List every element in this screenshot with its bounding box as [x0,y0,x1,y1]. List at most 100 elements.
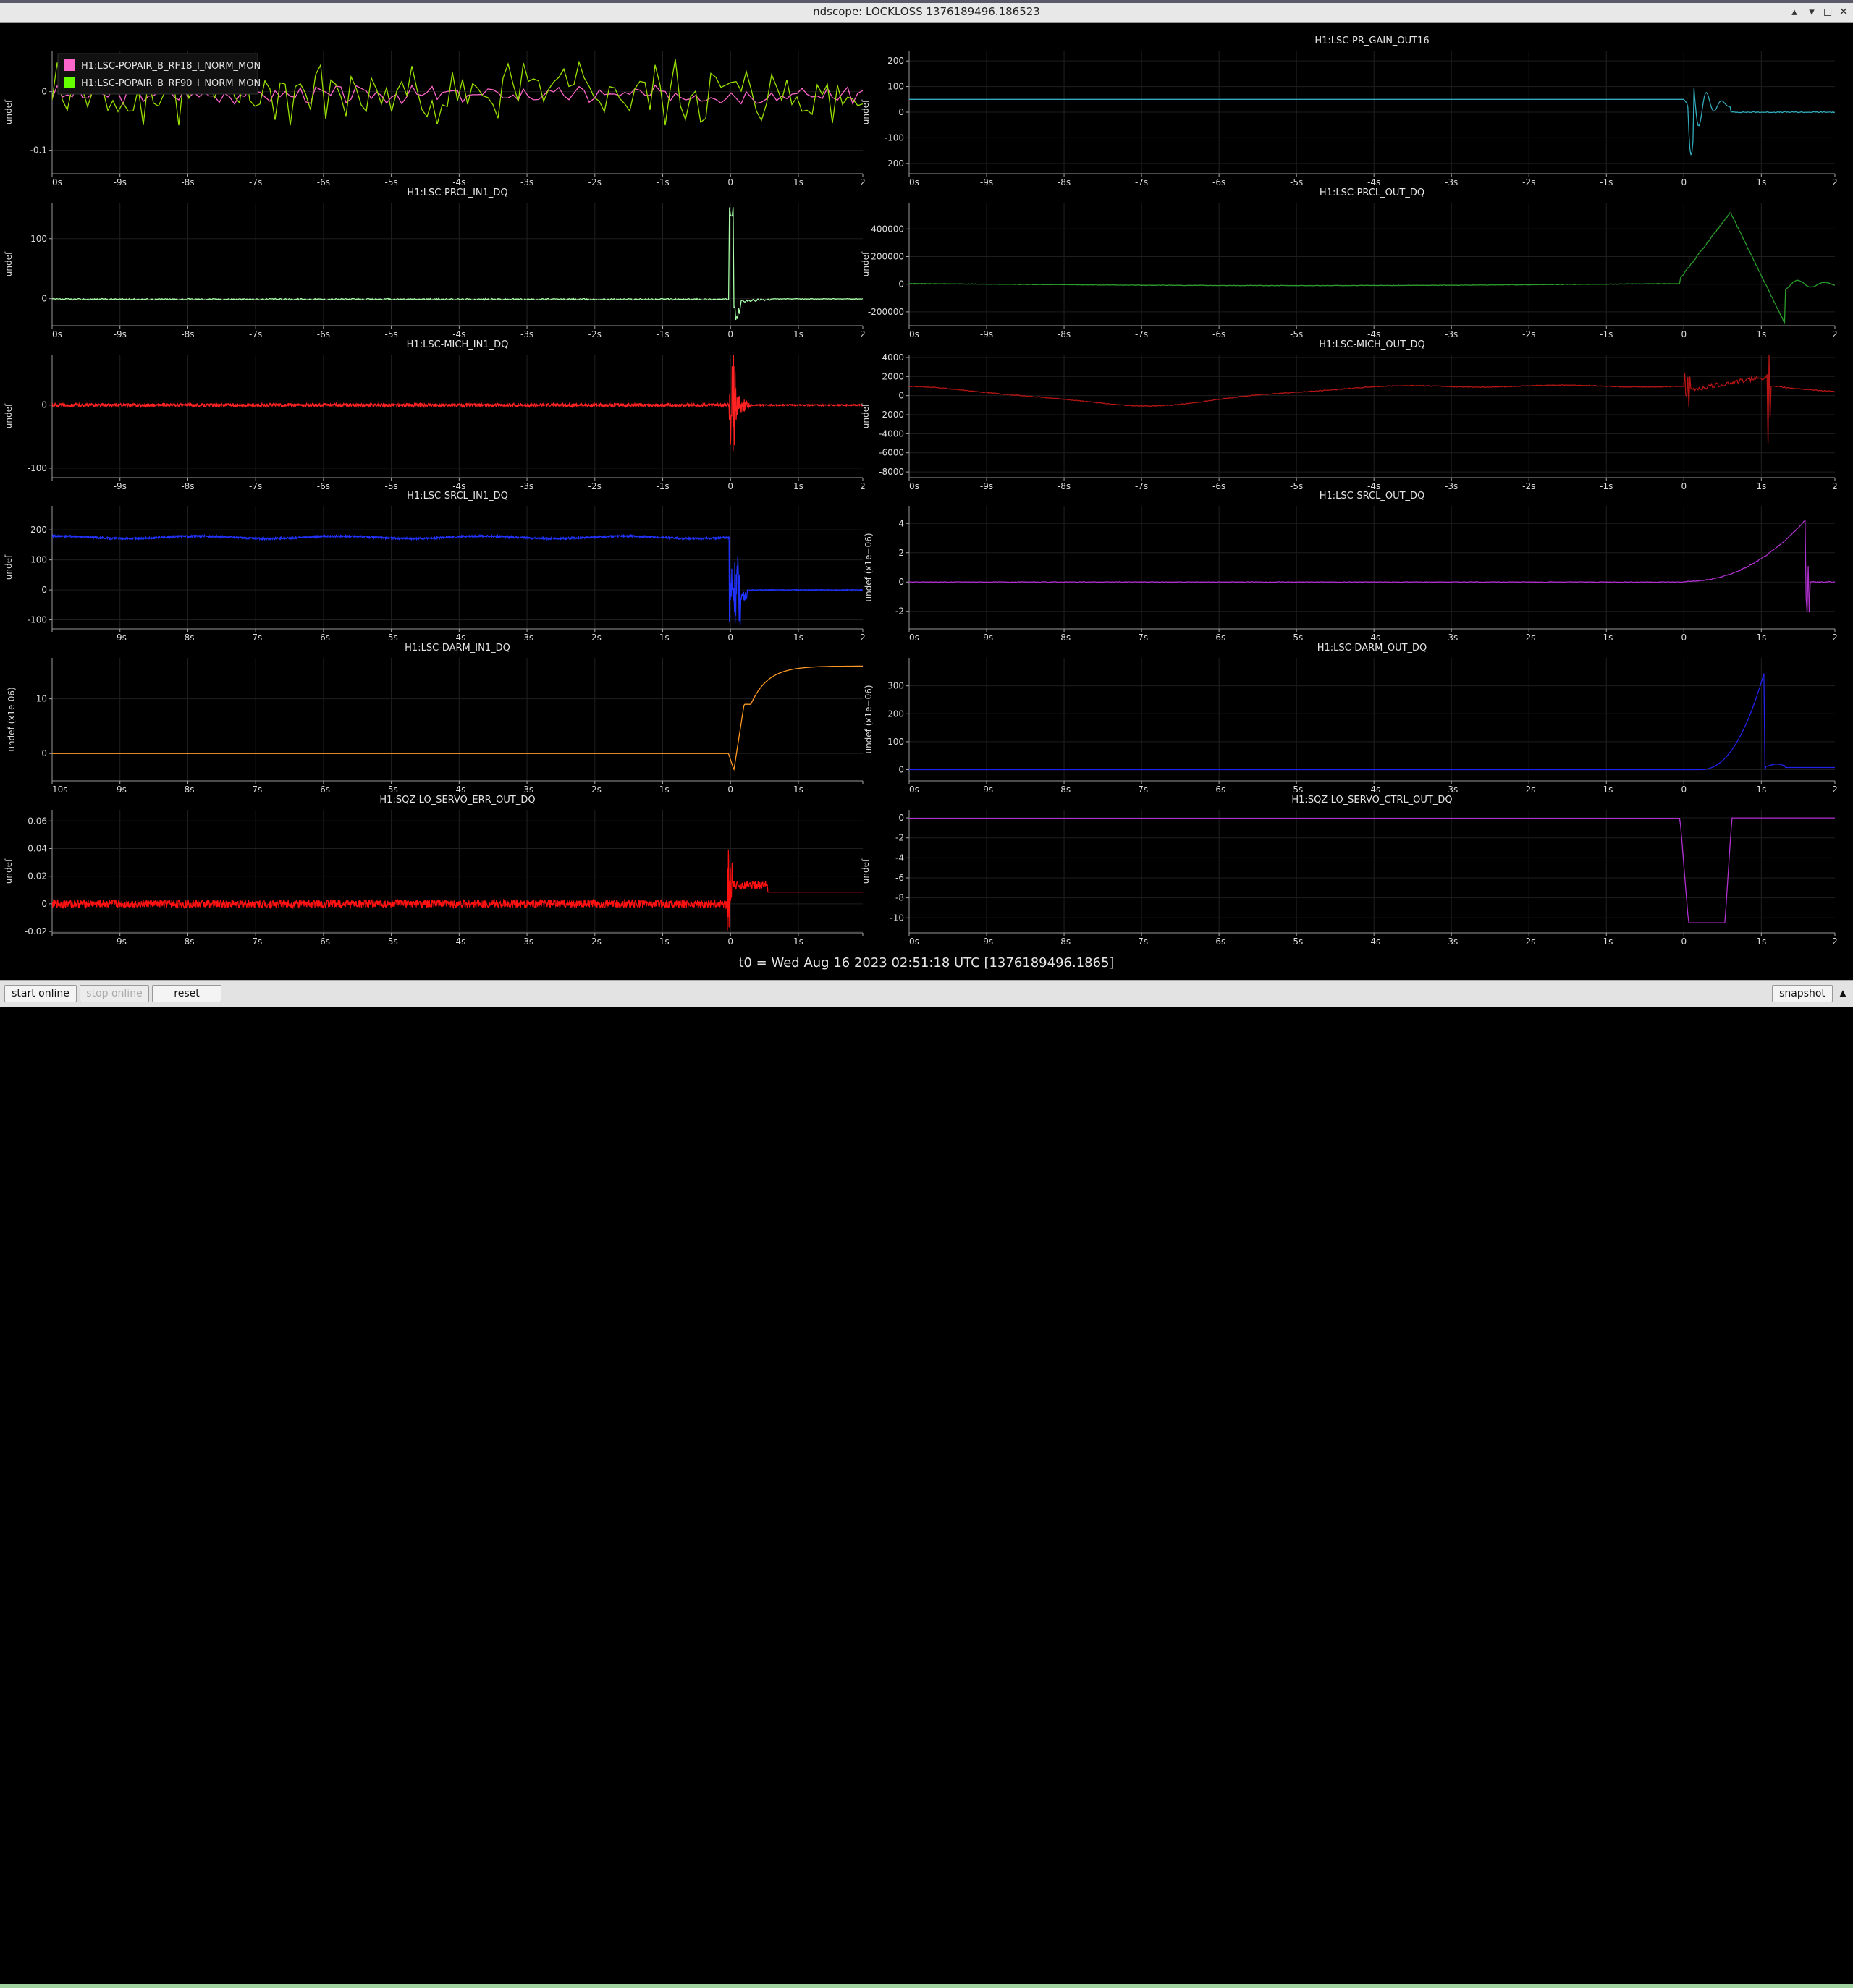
y-tick-label: 100 [30,234,47,244]
x-tick-label: -6s [1212,936,1225,947]
stop-online-button[interactable]: stop online [80,985,149,1002]
plot-title: H1:SQZ-LO_SERVO_ERR_OUT_DQ [379,795,535,805]
y-tick-label: 0.04 [28,843,47,853]
x-tick-label: -3s [520,936,533,947]
x-tick-label: -9s [980,177,993,187]
x-tick-label: -6s [317,329,330,339]
x-tick-label: -7s [1135,936,1148,947]
y-axis-label: undef [4,403,14,428]
snapshot-button[interactable]: snapshot [1772,985,1833,1002]
x-tick-label: -3s [1445,784,1458,795]
y-tick-label: 100 [887,737,904,747]
y-tick-label: -100 [28,463,47,473]
scroll-up-icon[interactable]: ▲ [1836,985,1850,1002]
x-tick-label: -1s [1600,177,1613,187]
x-tick-label: -1s [656,784,669,795]
window-minimize-button[interactable]: ▾ [1805,4,1819,19]
y-tick-label: -200 [885,158,904,169]
x-tick-label: -4s [1367,177,1380,187]
x-tick-label: -9s [114,329,127,339]
x-tick-label: 0 [1681,329,1687,339]
x-tick-label: -5s [1290,633,1303,643]
x-tick-label: -3s [520,177,533,187]
y-tick-label: -4 [895,853,904,863]
y-tick-label: -0.02 [25,926,47,936]
x-tick-label: 0s [52,329,62,339]
x-tick-label: -1s [656,481,669,491]
x-tick-label: -6s [317,784,330,795]
x-tick-label: -3s [1445,936,1458,947]
series-line [52,849,863,931]
plot-title: H1:LSC-PR_GAIN_OUT16 [1314,35,1429,46]
x-tick-label: -6s [1212,633,1225,643]
y-tick-label: 10 [36,694,47,704]
x-tick-label: 2 [1832,481,1838,491]
x-tick-label: -4s [452,481,465,491]
x-tick-label: 2 [1832,936,1838,947]
y-tick-label: 200000 [871,251,904,261]
series-line [909,520,1835,613]
x-tick-label: -5s [385,177,398,187]
y-tick-label: -8 [895,893,904,903]
x-tick-label: -6s [317,936,330,947]
legend-swatch [64,59,75,71]
x-tick-label: -9s [980,633,993,643]
x-tick-label: 0s [909,177,919,187]
x-tick-label: -4s [452,633,465,643]
x-tick-label: -6s [317,481,330,491]
x-tick-label: -5s [1290,784,1303,795]
y-axis-label: undef (x1e+06) [864,533,874,601]
series-line [909,817,1835,923]
x-tick-label: -4s [452,936,465,947]
y-tick-label: -6000 [879,448,904,458]
x-tick-label: 1s [793,784,803,795]
status-strip [0,1984,1853,1988]
x-tick-label: -8s [1058,481,1071,491]
x-tick-label: -5s [1290,481,1303,491]
window-up-button[interactable]: ▴ [1787,4,1802,19]
x-tick-label: 2 [1832,784,1838,795]
x-tick-label: -8s [1058,784,1071,795]
x-tick-label: -9s [114,481,127,491]
plot-title: H1:LSC-SRCL_IN1_DQ [407,491,508,502]
y-tick-label: -100 [885,132,904,143]
x-tick-label: 1s [793,481,803,491]
x-tick-label: -7s [1135,633,1148,643]
y-tick-label: 2 [898,548,904,558]
plot-panel: H1:LSC-DARM_OUT_DQ 0s -9s -8s -7s -6s -5s -4s -3… [864,643,1838,795]
x-tick-label: -4s [452,177,465,187]
window-close-button[interactable]: ✕ [1836,4,1851,19]
start-online-button[interactable]: start online [4,985,77,1002]
plot-area[interactable]: 0s -9s -8s -7s -6s -5s -4s -3s -2s -1s 0 1s 2 0 -0.1 un… [0,23,1853,977]
series-line [52,207,863,321]
control-bar: start online stop online reset snapshot … [0,980,1853,1988]
x-tick-label: 0 [1681,177,1687,187]
x-tick-label: -7s [249,936,262,947]
plot-grid[interactable]: 0s -9s -8s -7s -6s -5s -4s -3s -2s -1s 0 1s 2 0 -0.1 un… [0,23,1853,977]
y-tick-label: -0.1 [30,145,47,156]
x-tick-label: -6s [317,633,330,643]
x-tick-label: -3s [1445,329,1458,339]
y-tick-label: 200 [887,56,904,66]
x-tick-label: 0s [52,177,62,187]
window-titlebar: ndscope: LOCKLOSS 1376189496.186523 ▴ ▾ … [0,0,1853,23]
window-maximize-button[interactable]: ◻ [1820,4,1835,19]
plot-panel: H1:LSC-DARM_IN1_DQ 10s -9s -8s -7s -6s -5s -4s -… [7,643,864,795]
x-tick-label: 0s [909,633,919,643]
plot-panel: H1:SQZ-LO_SERVO_CTRL_OUT_DQ 0s -9s -8s -7s -6… [861,795,1838,947]
reset-button[interactable]: reset [152,985,221,1002]
plot-panel: H1:LSC-MICH_IN1_DQ -9s -8s -7s -6s -5s -4s -3s -… [4,339,866,491]
x-tick-label: -6s [1212,784,1225,795]
x-tick-label: -9s [114,177,127,187]
x-tick-label: 2 [1832,177,1838,187]
plot-panel: H1:LSC-PRCL_IN1_DQ 0s -9s -8s -7s -6s -5s -4s -3… [4,187,866,339]
x-tick-label: -4s [452,784,465,795]
x-tick-label: 2 [860,177,866,187]
x-tick-label: -2s [588,633,602,643]
x-tick-label: -3s [520,633,533,643]
x-tick-label: -4s [1367,936,1380,947]
y-tick-label: 0 [41,400,47,410]
y-axis-label: undef [861,403,871,428]
x-tick-label: 0 [1681,633,1687,643]
x-tick-label: -5s [385,329,398,339]
